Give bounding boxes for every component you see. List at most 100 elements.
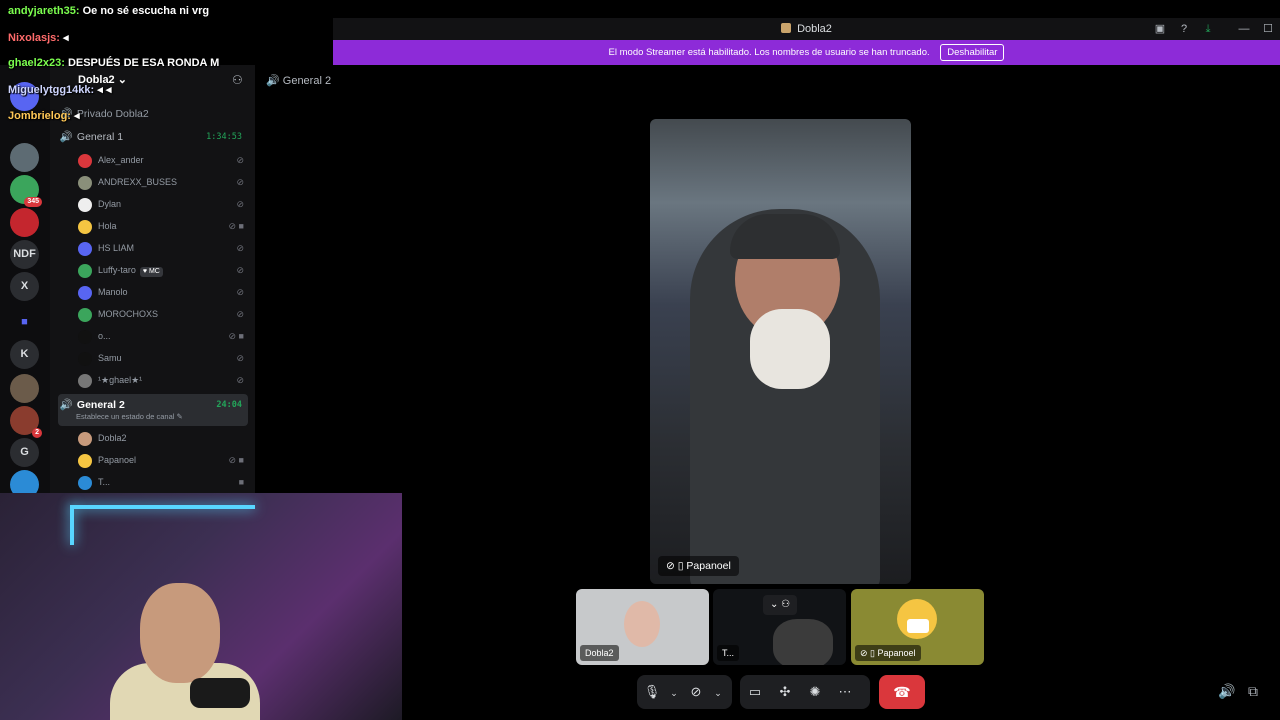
- server-icon-ndf[interactable]: NDF: [10, 240, 39, 269]
- activities-button[interactable]: ✣: [770, 675, 800, 709]
- unread-badge: 345: [24, 197, 42, 207]
- streamer-mode-banner: El modo Streamer está habilitado. Los no…: [333, 40, 1280, 65]
- voice-user[interactable]: MOROCHOXS ⊘: [78, 303, 248, 325]
- server-icon-x[interactable]: X: [10, 272, 39, 301]
- chevron-down-icon[interactable]: ⌄: [667, 676, 681, 710]
- mute-icon: ⊘: [236, 375, 244, 385]
- channel-status[interactable]: Establece un estado de canal ✎: [76, 411, 183, 423]
- streamer-face: [140, 583, 220, 683]
- popout-icon[interactable]: ⧉: [1248, 683, 1258, 700]
- voice-user[interactable]: Manolo ⊘: [78, 281, 248, 303]
- chevron-down-icon[interactable]: ⌄: [711, 676, 725, 710]
- soundboard-button[interactable]: ✺: [800, 675, 830, 709]
- voice-user[interactable]: T... ■: [78, 471, 248, 493]
- voice-user[interactable]: ¹★ghael★¹ ⊘: [78, 369, 248, 391]
- avatar: [78, 197, 92, 212]
- voice-user[interactable]: Samu ⊘: [78, 347, 248, 369]
- screen-share-button[interactable]: ▭: [740, 675, 770, 709]
- maximize-button[interactable]: ☐: [1257, 18, 1279, 40]
- server-icon-k[interactable]: K: [10, 340, 39, 369]
- avatar: [78, 373, 92, 388]
- avatar: [78, 329, 92, 344]
- streamer-webcam: [0, 493, 402, 720]
- tile-options-icon[interactable]: ⌄ ⚇: [763, 595, 797, 615]
- voice-user[interactable]: Dylan ⊘: [78, 193, 248, 215]
- more-options-button[interactable]: ⋯: [830, 675, 860, 709]
- call-timer: 24:04: [216, 400, 242, 410]
- download-icon[interactable]: ⤓: [1197, 18, 1219, 40]
- server-icon-avatar3[interactable]: [10, 374, 39, 403]
- participant-face: [773, 619, 833, 665]
- chat-message: Jombrielog: ◂: [8, 110, 80, 122]
- inbox-icon[interactable]: ▣: [1149, 18, 1171, 40]
- voice-user[interactable]: HS LIAM ⊘: [78, 237, 248, 259]
- mute-icon: ⊘: [236, 265, 244, 275]
- minimize-button[interactable]: —: [1233, 18, 1255, 40]
- avatar: [78, 307, 92, 322]
- main-video-stream[interactable]: ⊘ ▯ Papanoel: [650, 119, 911, 584]
- tile-name-label: Dobla2: [580, 645, 619, 661]
- participant-face: [624, 601, 660, 647]
- unread-badge: 2: [32, 428, 42, 438]
- speaker-icon: 🔊: [59, 399, 73, 411]
- channel-general-1[interactable]: 🔊 General 1 1:34:53: [58, 126, 248, 148]
- tile-name-label: T...: [717, 645, 740, 661]
- neon-light: [70, 505, 74, 545]
- tile-name-label: ⊘ ▯ Papanoel: [855, 645, 921, 661]
- speaker-icon: 🔊: [59, 131, 73, 143]
- mute-icon: ⊘: [236, 199, 244, 209]
- avatar: [78, 219, 92, 234]
- chat-message: Nixolasjs: ◂: [8, 32, 69, 44]
- mute-icon: ⊘: [236, 243, 244, 253]
- channel-list: Dobla2 ⌄ ⚇ 🔊 Privado Dobla2 🔊 General 11…: [50, 65, 255, 495]
- avatar: [78, 431, 92, 446]
- camera-icon: ■: [238, 477, 244, 487]
- chat-message: Miguelytgg14kk: ◂ ◂: [8, 84, 112, 96]
- emote-icon: ◂ ◂: [97, 84, 112, 96]
- mute-icon: ⊘: [236, 287, 244, 297]
- participant-tile[interactable]: Dobla2: [576, 589, 709, 665]
- folder-icon[interactable]: ■: [10, 308, 39, 337]
- avatar: [78, 263, 92, 278]
- channel-general-2[interactable]: 🔊 General 2 24:04 Establece un estado de…: [58, 394, 248, 426]
- role-badge: ♥ MC: [139, 267, 163, 277]
- disable-streamer-button[interactable]: Deshabilitar: [940, 43, 1005, 61]
- mute-icon: ⊘: [236, 177, 244, 187]
- voice-user[interactable]: o... ⊘ ■: [78, 325, 248, 347]
- audio-video-controls: 🎙 ⌄ ⊘ ⌄: [637, 675, 732, 709]
- participant-tile[interactable]: ⊘ ▯ Papanoel: [851, 589, 984, 665]
- app-logo-icon: [781, 23, 792, 33]
- call-actions: ▭ ✣ ✺ ⋯: [740, 675, 870, 709]
- voice-user[interactable]: Alex_ander ⊘: [78, 149, 248, 171]
- server-icon-spider[interactable]: [10, 208, 39, 237]
- chat-message: andyjareth35: Oe no sé escucha ni vrg: [8, 5, 210, 17]
- server-icon-g[interactable]: G: [10, 438, 39, 467]
- add-friend-icon[interactable]: ⚇: [232, 73, 243, 87]
- server-icon-avatar2[interactable]: 345: [10, 175, 42, 207]
- voice-user[interactable]: Luffy-taro ♥ MC ⊘: [78, 259, 248, 281]
- voice-user[interactable]: Hola ⊘ ■: [78, 215, 248, 237]
- mute-camera-icon: ⊘ ■: [228, 221, 244, 231]
- participant-tile[interactable]: ⌄ ⚇ T...: [713, 589, 846, 665]
- voice-user[interactable]: ANDREXX_BUSES ⊘: [78, 171, 248, 193]
- mute-icon: ⊘: [236, 155, 244, 165]
- camera-off-button[interactable]: ⊘: [681, 675, 711, 709]
- server-icon-avatar1[interactable]: [10, 143, 39, 172]
- title-bar: Dobla2 ▣ ? ⤓ — ☐: [333, 18, 1280, 40]
- help-icon[interactable]: ?: [1173, 18, 1195, 40]
- avatar: [78, 351, 92, 366]
- voice-user[interactable]: Dobla2: [78, 427, 248, 449]
- volume-icon[interactable]: 🔊: [1218, 683, 1235, 700]
- camera-off-icon: [907, 619, 929, 633]
- avatar: [78, 453, 92, 468]
- avatar: [78, 285, 92, 300]
- microphone-button[interactable]: 🎙: [637, 675, 667, 709]
- disconnect-button[interactable]: ☎: [879, 675, 925, 709]
- window-title: Dobla2: [333, 18, 1280, 40]
- avatar: [78, 241, 92, 256]
- channel-privado[interactable]: 🔊 Privado Dobla2: [58, 103, 248, 125]
- neon-light: [70, 505, 255, 509]
- server-icon-avatar4[interactable]: 2: [10, 406, 42, 438]
- voice-user[interactable]: Papanoel ⊘ ■: [78, 449, 248, 471]
- avatar: [78, 153, 92, 168]
